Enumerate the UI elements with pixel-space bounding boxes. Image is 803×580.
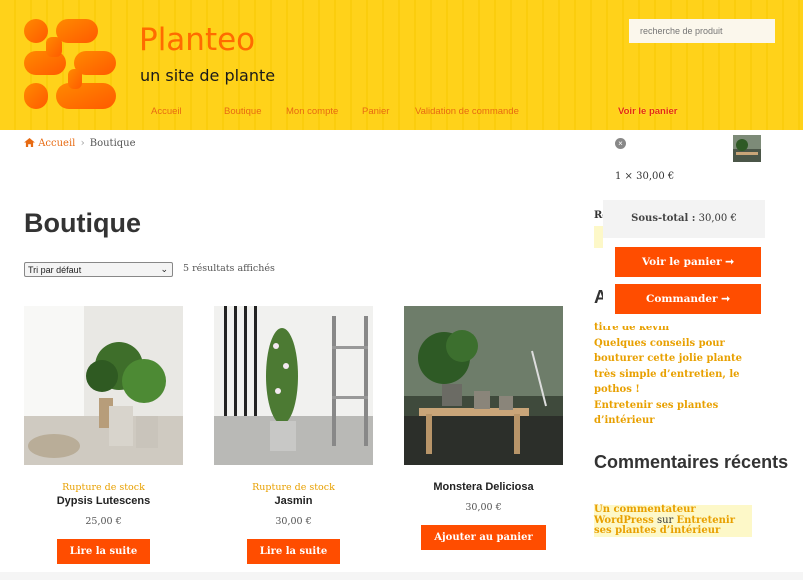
cart-item-thumbnail[interactable] bbox=[733, 135, 761, 162]
product-price: 25,00 € bbox=[85, 516, 122, 527]
product-card: Rupture de stock Dypsis Lutescens 25,00 … bbox=[24, 306, 183, 564]
view-cart-button[interactable]: Voir le panier ➞ bbox=[615, 247, 761, 277]
site-description: un site de plante bbox=[140, 66, 276, 85]
product-name[interactable]: Monstera Deliciosa bbox=[404, 481, 563, 493]
product-name[interactable]: Dypsis Lutescens bbox=[24, 495, 183, 507]
nav-item-boutique[interactable]: Boutique bbox=[224, 106, 262, 117]
product-price: 30,00 € bbox=[275, 516, 312, 527]
recent-post-link[interactable]: Quelques conseils pour bouturer cette jo… bbox=[594, 336, 754, 398]
nav-item-mon-compte[interactable]: Mon compte bbox=[286, 106, 338, 117]
chevron-down-icon: ⌄ bbox=[160, 264, 168, 274]
sort-select[interactable]: Tri par défaut ⌄ bbox=[24, 262, 173, 277]
subtotal-value: 30,00 € bbox=[698, 213, 737, 224]
recent-comment: Un commentateur WordPress sur Entretenir… bbox=[594, 504, 752, 537]
logo-icon[interactable] bbox=[22, 17, 118, 113]
product-image[interactable] bbox=[214, 306, 373, 465]
recent-posts-list: titre de kevin Quelques conseils pour bo… bbox=[594, 320, 754, 429]
product-search-input[interactable] bbox=[629, 19, 775, 43]
breadcrumb-separator: › bbox=[80, 138, 85, 149]
product-card: Monstera Deliciosa 30,00 € Ajouter au pa… bbox=[404, 306, 563, 550]
result-count: 5 résultats affichés bbox=[183, 263, 275, 274]
add-to-cart-button[interactable]: Ajouter au panier bbox=[421, 525, 546, 550]
site-header: Planteo un site de plante Accueil Boutiq… bbox=[0, 0, 803, 130]
product-image[interactable] bbox=[24, 306, 183, 465]
breadcrumb-home-link[interactable]: Accueil bbox=[38, 138, 75, 149]
nav-item-panier[interactable]: Panier bbox=[362, 106, 389, 117]
recent-comments-title: Commentaires récents bbox=[594, 452, 789, 472]
read-more-button[interactable]: Lire la suite bbox=[246, 539, 341, 564]
product-name[interactable]: Jasmin bbox=[214, 495, 373, 507]
breadcrumb-current: Boutique bbox=[89, 138, 136, 149]
comment-on-label: sur bbox=[656, 514, 674, 526]
site-title[interactable]: Planteo bbox=[139, 22, 255, 58]
recent-post-link[interactable]: Entretenir ses plantes d’intérieur bbox=[594, 398, 754, 429]
nav-item-validation-commande[interactable]: Validation de commande bbox=[415, 106, 519, 117]
nav-item-accueil[interactable]: Accueil bbox=[151, 106, 182, 117]
remove-item-icon[interactable]: × bbox=[615, 138, 626, 149]
breadcrumb: Accueil › Boutique bbox=[24, 138, 136, 149]
page-title: Boutique bbox=[24, 208, 141, 238]
subtotal-label: Sous-total : bbox=[631, 213, 696, 224]
header-cart-link[interactable]: Voir le panier bbox=[618, 106, 677, 117]
page-footer-strip bbox=[0, 572, 803, 580]
product-image[interactable] bbox=[404, 306, 563, 465]
sort-select-value: Tri par défaut bbox=[28, 264, 82, 275]
read-more-button[interactable]: Lire la suite bbox=[56, 539, 151, 564]
mini-cart-dropdown: × 1 × 30,00 € Sous-total : 30,00 € Voir … bbox=[603, 130, 765, 326]
product-price: 30,00 € bbox=[465, 502, 502, 513]
product-status: Rupture de stock bbox=[252, 482, 335, 493]
product-status: Rupture de stock bbox=[62, 482, 145, 493]
cart-subtotal: Sous-total : 30,00 € bbox=[603, 200, 765, 238]
checkout-button[interactable]: Commander ➞ bbox=[615, 284, 761, 314]
product-card: Rupture de stock Jasmin 30,00 € Lire la … bbox=[214, 306, 373, 564]
cart-item-quantity: 1 × 30,00 € bbox=[615, 171, 675, 182]
home-icon bbox=[24, 138, 38, 149]
